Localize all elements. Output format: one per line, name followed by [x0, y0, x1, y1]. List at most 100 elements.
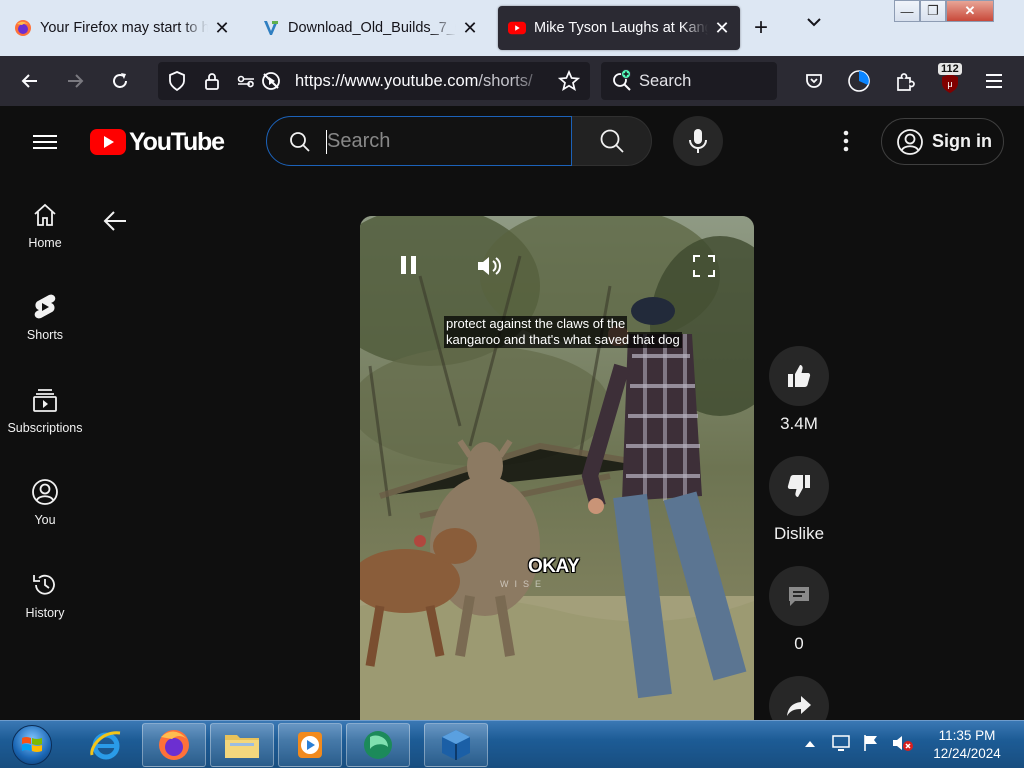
reload-button[interactable]	[107, 68, 133, 94]
video-caption: protect against the claws of the kangaro…	[444, 316, 682, 348]
firefox-icon	[14, 19, 32, 37]
autoplay-blocked-icon[interactable]	[258, 68, 284, 94]
tab-youtube-short[interactable]: Mike Tyson Laughs at Kangaroo ✕	[498, 6, 740, 50]
youtube-search-input[interactable]: Search	[266, 116, 572, 166]
navigation-toolbar: https://www.youtube.com/shorts/ Search μ…	[0, 56, 1024, 106]
start-button[interactable]	[8, 722, 56, 768]
tab-firefox-news[interactable]: Your Firefox may start to have issues ✕	[4, 6, 240, 50]
new-tab-button[interactable]: +	[754, 14, 768, 42]
pocket-icon	[806, 74, 822, 88]
tab-close-icon[interactable]: ✕	[714, 18, 730, 39]
settings-more-button[interactable]	[833, 128, 859, 154]
back-button[interactable]	[17, 68, 43, 94]
sidebar-item-home[interactable]: Home	[0, 178, 90, 258]
url-bar[interactable]: https://www.youtube.com/shorts/	[158, 62, 590, 100]
home-icon	[30, 200, 60, 230]
subscriptions-icon	[30, 385, 60, 415]
back-arrow-icon	[21, 74, 37, 88]
tab-title: Your Firefox may start to have issues	[40, 20, 208, 36]
shorts-icon	[30, 292, 60, 322]
folder-icon	[225, 735, 259, 758]
tab-close-icon[interactable]: ✕	[214, 18, 230, 39]
internet-explorer-icon	[90, 731, 121, 760]
video-frame	[360, 216, 754, 720]
shorts-video-player[interactable]: protect against the claws of the kangaro…	[360, 216, 754, 720]
search-submit-button[interactable]	[572, 116, 652, 166]
thumbs-up-icon	[788, 365, 811, 387]
guide-menu-button[interactable]	[33, 130, 57, 154]
url-text[interactable]: https://www.youtube.com/shorts/	[295, 72, 549, 91]
app-globe-icon	[364, 731, 392, 759]
taskbar-firefox[interactable]	[142, 723, 206, 767]
taskbar-browser-app[interactable]	[346, 723, 410, 767]
comments-button[interactable]	[769, 566, 829, 626]
sidebar-item-you[interactable]: You	[0, 455, 90, 535]
taskbar-media-player[interactable]	[278, 723, 342, 767]
sign-in-button[interactable]: Sign in	[881, 118, 1004, 165]
pause-button[interactable]	[394, 250, 424, 280]
dislike-button[interactable]	[769, 456, 829, 516]
youtube-play-logo-icon	[90, 129, 126, 155]
lock-icon[interactable]	[199, 68, 225, 94]
permissions-icon[interactable]	[234, 68, 260, 94]
maximize-button[interactable]: ❐	[920, 0, 946, 22]
sidebar-item-shorts[interactable]: Shorts	[0, 270, 90, 350]
like-count: 3.4M	[780, 414, 818, 433]
pocket-button[interactable]	[801, 68, 827, 94]
browser-search-box[interactable]: Search	[601, 62, 777, 100]
caption-line: protect against the claws of the	[444, 316, 628, 332]
fullscreen-icon	[693, 255, 715, 277]
extensions-button[interactable]	[892, 68, 918, 94]
youtube-logo[interactable]: YouTube	[90, 128, 225, 156]
taskbar-clock[interactable]: 11:35 PM 12/24/2024	[924, 727, 1010, 763]
tab-strip: Your Firefox may start to have issues ✕ …	[0, 0, 1024, 56]
share-arrow-icon	[787, 696, 811, 716]
system-tray	[800, 721, 914, 768]
window-controls: — ❐ ✕	[894, 0, 994, 22]
voice-search-button[interactable]	[673, 116, 723, 166]
extension-badge-count: 112	[938, 63, 962, 75]
taskbar-internet-explorer[interactable]	[74, 723, 138, 767]
search-icon	[289, 131, 311, 158]
url-host: https://www.youtube.com	[295, 72, 479, 90]
chevron-up-icon	[805, 741, 815, 747]
pause-icon	[401, 256, 416, 274]
taskbar-file-explorer[interactable]	[210, 723, 274, 767]
taskbar-virtualbox[interactable]	[424, 723, 488, 767]
youtube-icon	[508, 19, 526, 37]
list-all-tabs-button[interactable]	[806, 14, 822, 32]
display-icon[interactable]	[832, 734, 850, 756]
dislike-label: Dislike	[773, 524, 825, 543]
virtualbox-icon	[442, 730, 470, 760]
comments-button-group: 0	[769, 566, 829, 654]
fullscreen-button[interactable]	[690, 252, 718, 280]
like-button[interactable]	[769, 346, 829, 406]
volume-button[interactable]	[473, 250, 505, 282]
tracking-protection-shield-icon[interactable]	[164, 68, 190, 94]
back-arrow-icon	[103, 211, 126, 231]
close-window-button[interactable]: ✕	[946, 0, 994, 22]
document-icon	[262, 19, 280, 37]
minimize-button[interactable]: —	[894, 0, 920, 22]
forward-arrow-icon	[68, 74, 84, 88]
downloads-progress-button[interactable]	[846, 68, 872, 94]
tab-download-builds[interactable]: Download_Old_Builds_7_0 ✕	[252, 6, 488, 50]
sidebar-item-history[interactable]: History	[0, 548, 90, 628]
forward-button[interactable]	[62, 68, 88, 94]
shorts-back-button[interactable]	[100, 206, 130, 236]
action-center-flag-icon[interactable]	[862, 734, 880, 757]
sidebar-item-label: Subscriptions	[7, 421, 83, 435]
bookmark-star-icon[interactable]	[556, 68, 582, 94]
show-hidden-icons-button[interactable]	[804, 736, 816, 754]
windows-taskbar: 11:35 PM 12/24/2024	[0, 720, 1024, 768]
sidebar-item-label: You	[34, 513, 56, 527]
reload-icon	[113, 73, 127, 88]
search-engine-icon[interactable]	[609, 68, 635, 94]
like-button-group: 3.4M	[769, 346, 829, 434]
app-menu-button[interactable]	[981, 68, 1007, 94]
caption-line: kangaroo and that's what saved that dog	[444, 332, 682, 348]
sidebar-item-subscriptions[interactable]: Subscriptions	[0, 363, 90, 443]
progress-dial-icon	[848, 70, 870, 92]
tab-close-icon[interactable]: ✕	[462, 18, 478, 39]
volume-muted-icon[interactable]	[892, 734, 914, 757]
